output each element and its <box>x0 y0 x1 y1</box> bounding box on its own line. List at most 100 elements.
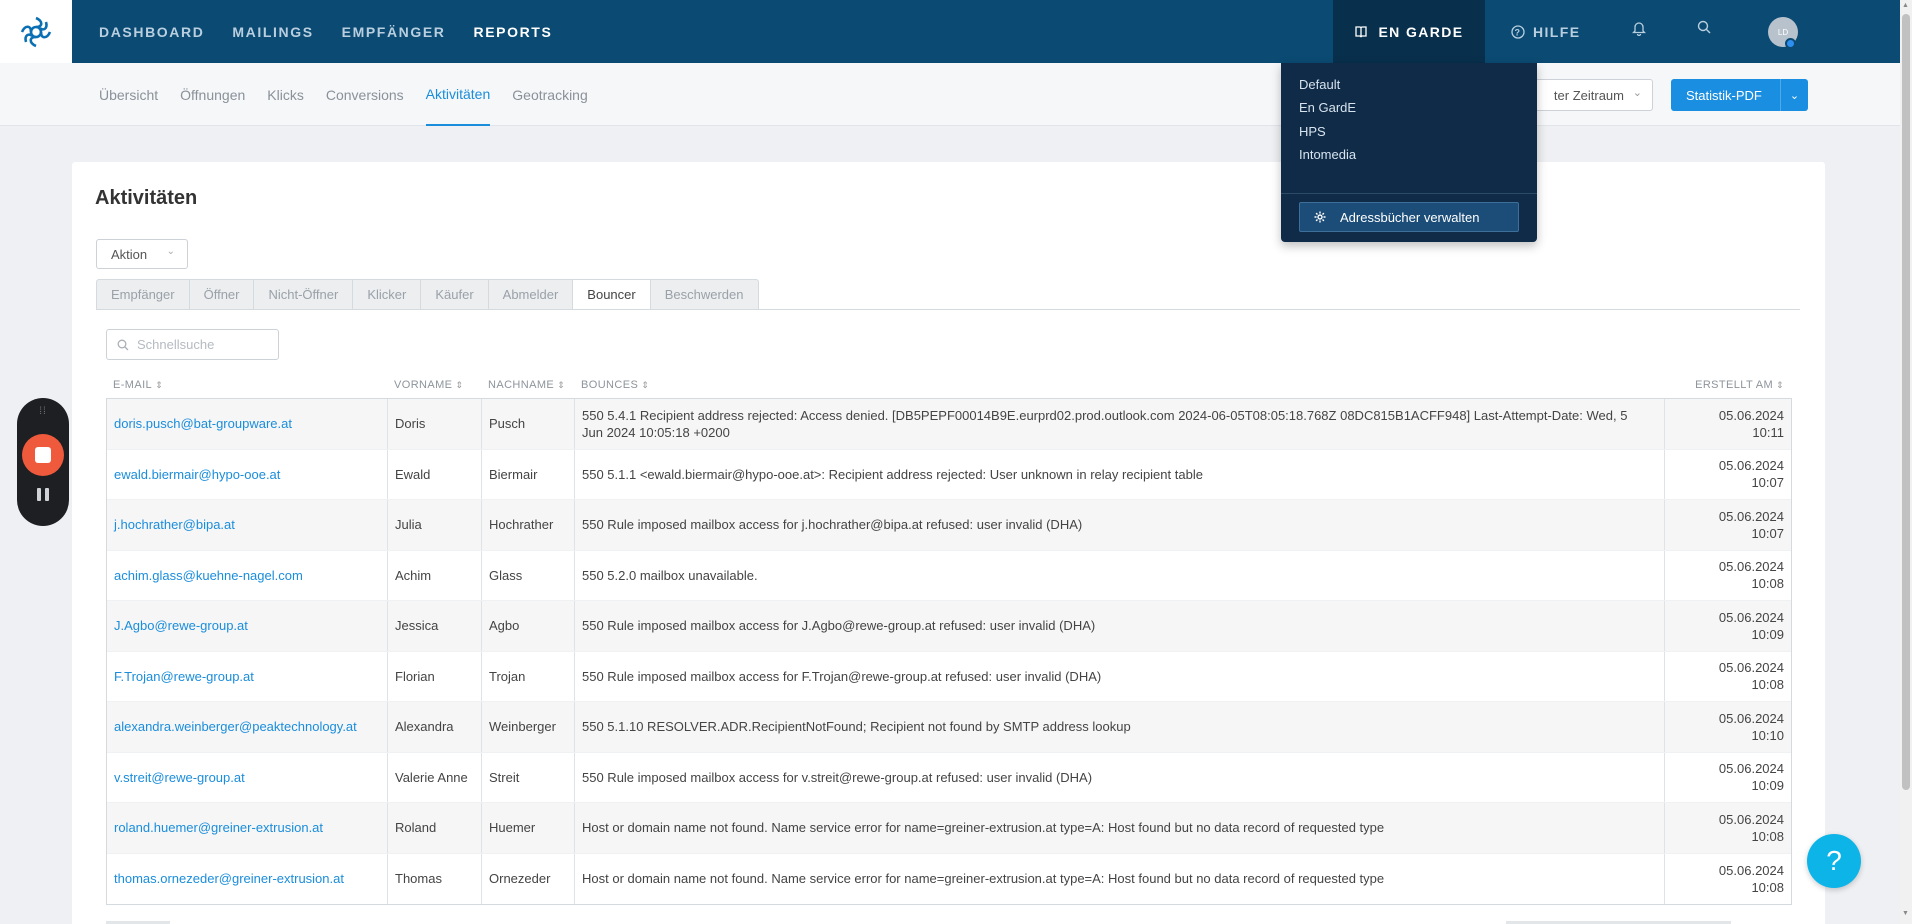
manage-addressbooks-button[interactable]: Adressbücher verwalten <box>1299 202 1519 232</box>
notifications-button[interactable] <box>1631 20 1647 41</box>
activities-card: Aktivitäten Aktion Empfänger Öffner Nich… <box>72 162 1825 924</box>
subnav-uebersicht[interactable]: Übersicht <box>99 63 158 126</box>
nav-empfaenger[interactable]: EMPFÄNGER <box>342 24 446 40</box>
tab-beschwerden[interactable]: Beschwerden <box>650 279 759 310</box>
created-cell: 05.06.2024 10:09 <box>1665 601 1792 651</box>
created-date: 05.06.2024 <box>1718 660 1784 676</box>
column-header-last-name[interactable]: NACHNAME ⇕ <box>488 379 565 391</box>
bounce-message-cell: 550 5.1.1 <ewald.biermair@hypo-ooe.at>: … <box>575 449 1665 499</box>
sort-icon: ⇕ <box>1776 380 1784 390</box>
email-link[interactable]: alexandra.weinberger@peaktechnology.at <box>114 718 357 735</box>
help-chat-button[interactable]: ? <box>1807 834 1861 888</box>
email-link[interactable]: thomas.ornezeder@greiner-extrusion.at <box>114 870 344 887</box>
tab-nicht-oeffner[interactable]: Nicht-Öffner <box>254 279 354 310</box>
scrollbar-thumb[interactable] <box>1902 14 1910 790</box>
statistik-pdf-button[interactable]: Statistik-PDF ⌄ <box>1671 79 1808 111</box>
addressbook-dropdown: Default En GardE HPS Intomedia Adressbüc… <box>1281 63 1537 242</box>
email-cell: J.Agbo@rewe-group.at <box>107 601 388 651</box>
tab-oeffner[interactable]: Öffner <box>189 279 255 310</box>
global-search-button[interactable] <box>1697 20 1711 39</box>
column-header-email[interactable]: E-MAIL ⇕ <box>113 379 163 391</box>
created-time: 10:09 <box>1751 778 1784 794</box>
table-row: alexandra.weinberger@peaktechnology.at Al… <box>107 702 1791 753</box>
subnav-aktivitaeten[interactable]: Aktivitäten <box>425 63 491 126</box>
email-link[interactable]: ewald.biermair@hypo-ooe.at <box>114 466 280 483</box>
screen-recorder-widget: ⁞⁞ <box>17 398 69 526</box>
addressbook-option-default[interactable]: Default <box>1299 77 1340 92</box>
created-time: 10:08 <box>1751 828 1784 844</box>
subnav-conversions[interactable]: Conversions <box>326 63 404 126</box>
column-header-created[interactable]: ERSTELLT AM ⇕ <box>1695 379 1784 391</box>
created-cell: 05.06.2024 10:10 <box>1665 702 1792 752</box>
addressbook-option-hps[interactable]: HPS <box>1299 124 1326 139</box>
column-header-last-name-label: NACHNAME <box>488 379 555 391</box>
email-cell: v.streit@rewe-group.at <box>107 752 388 802</box>
help-link[interactable]: ? HILFE <box>1511 24 1580 40</box>
created-date: 05.06.2024 <box>1718 458 1784 474</box>
email-cell: achim.glass@kuehne-nagel.com <box>107 550 388 600</box>
column-header-bounces[interactable]: BOUNCES ⇕ <box>581 379 649 391</box>
scroll-down-arrow-icon[interactable]: ▼ <box>1902 910 1909 917</box>
tab-kaeufer[interactable]: Käufer <box>421 279 489 310</box>
tab-empfaenger[interactable]: Empfänger <box>96 279 190 310</box>
tab-abmelder[interactable]: Abmelder <box>488 279 574 310</box>
pause-recording-button[interactable] <box>17 488 69 501</box>
sort-icon: ⇕ <box>557 380 566 390</box>
quick-search[interactable] <box>106 329 279 360</box>
nav-dashboard[interactable]: DASHBOARD <box>99 24 204 40</box>
bounce-message-cell: 550 5.4.1 Recipient address rejected: Ac… <box>575 399 1665 449</box>
email-link[interactable]: j.hochrather@bipa.at <box>114 516 235 533</box>
logo[interactable] <box>0 0 72 63</box>
statistik-pdf-label: Statistik-PDF <box>1686 87 1762 103</box>
subnav-oeffnungen[interactable]: Öffnungen <box>180 63 245 126</box>
bounce-message-cell: 550 Rule imposed mailbox access for j.ho… <box>575 500 1665 550</box>
logo-icon <box>20 16 52 47</box>
created-time: 10:09 <box>1751 626 1784 642</box>
nav-mailings[interactable]: MAILINGS <box>232 24 313 40</box>
email-link[interactable]: roland.huemer@greiner-extrusion.at <box>114 819 323 836</box>
scroll-up-arrow-icon[interactable]: ▲ <box>1902 2 1909 9</box>
main-nav: DASHBOARD MAILINGS EMPFÄNGER REPORTS <box>99 0 552 63</box>
column-header-first-name[interactable]: VORNAME ⇕ <box>394 379 463 391</box>
pause-icon <box>45 488 49 501</box>
email-link[interactable]: v.streit@rewe-group.at <box>114 769 245 786</box>
activity-tabs: Empfänger Öffner Nicht-Öffner Klicker Kä… <box>96 279 759 310</box>
created-time: 10:10 <box>1751 727 1784 743</box>
table-row: F.Trojan@rewe-group.at Florian Trojan 550 R… <box>107 651 1791 702</box>
quick-search-input[interactable] <box>137 337 272 352</box>
page-scrollbar[interactable]: ▲ ▼ <box>1900 0 1912 924</box>
nav-reports[interactable]: REPORTS <box>474 24 553 40</box>
email-link[interactable]: J.Agbo@rewe-group.at <box>114 617 248 634</box>
book-icon <box>1355 25 1368 37</box>
addressbook-option-en-garde[interactable]: En GardE <box>1299 100 1356 115</box>
table-header: E-MAIL ⇕ VORNAME ⇕ NACHNAME ⇕ BOUNCES ⇕ ERST… <box>106 372 1792 398</box>
last-name-cell: Weinberger <box>482 702 575 752</box>
email-link[interactable]: achim.glass@kuehne-nagel.com <box>114 567 303 584</box>
tab-klicker[interactable]: Klicker <box>353 279 422 310</box>
stop-recording-button[interactable] <box>22 434 64 476</box>
created-time: 10:08 <box>1751 677 1784 693</box>
subnav-klicks[interactable]: Klicks <box>267 63 304 126</box>
email-link[interactable]: doris.pusch@bat-groupware.at <box>114 415 292 432</box>
action-select[interactable]: Aktion <box>96 239 188 269</box>
created-date: 05.06.2024 <box>1718 407 1784 423</box>
addressbook-switcher[interactable]: EN GARDE <box>1333 0 1485 63</box>
email-link[interactable]: F.Trojan@rewe-group.at <box>114 668 254 685</box>
created-date: 05.06.2024 <box>1718 609 1784 625</box>
addressbook-option-intomedia[interactable]: Intomedia <box>1299 147 1356 162</box>
created-date: 05.06.2024 <box>1718 761 1784 777</box>
tab-bouncer[interactable]: Bouncer <box>573 279 651 310</box>
created-cell: 05.06.2024 10:07 <box>1665 500 1792 550</box>
last-name-cell: Ornezeder <box>482 853 575 904</box>
drag-handle-icon[interactable]: ⁞⁞ <box>17 406 69 417</box>
subnav-geotracking[interactable]: Geotracking <box>512 63 587 126</box>
bounce-message-cell: 550 5.1.10 RESOLVER.ADR.RecipientNotFoun… <box>575 702 1665 752</box>
created-cell: 05.06.2024 10:08 <box>1665 854 1792 905</box>
bounce-message-cell: 550 Rule imposed mailbox access for J.Ag… <box>575 601 1665 651</box>
top-right-controls: EN GARDE ? HILFE <box>1333 0 1580 63</box>
stop-icon <box>35 447 51 463</box>
chevron-down-icon[interactable]: ⌄ <box>1780 79 1808 111</box>
bouncer-table-body: doris.pusch@bat-groupware.at Doris Pusch 55… <box>106 398 1792 905</box>
table-row: achim.glass@kuehne-nagel.com Achim Glass 55… <box>107 550 1791 601</box>
table-row: doris.pusch@bat-groupware.at Doris Pusch 55… <box>107 399 1791 450</box>
